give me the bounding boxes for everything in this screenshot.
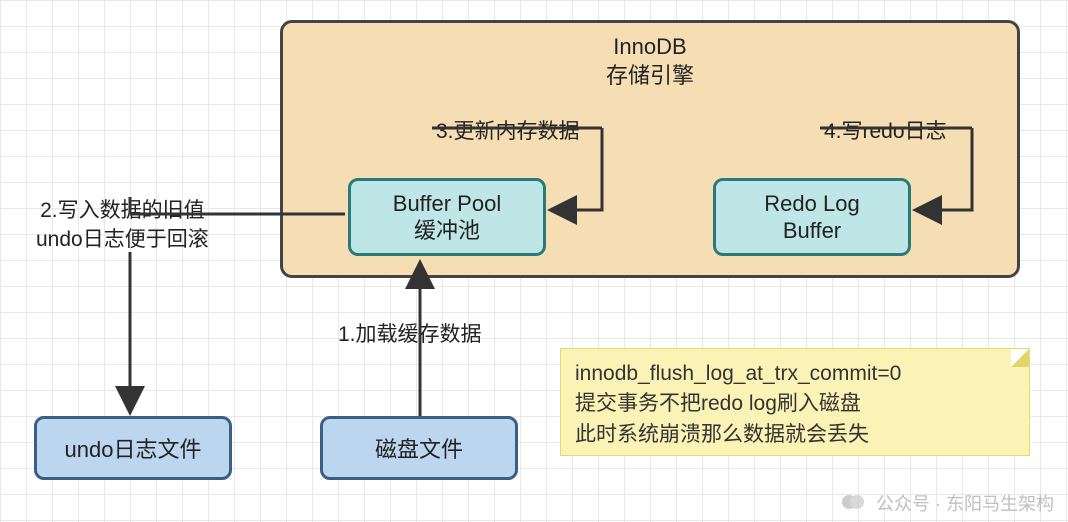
redo-log-buffer-box: Redo Log Buffer <box>713 178 911 256</box>
innodb-container: InnoDB 存储引擎 Buffer Pool 缓冲池 Redo Log Buf… <box>280 20 1020 278</box>
redo-buffer-line2: Buffer <box>783 218 841 243</box>
buffer-pool-line1: Buffer Pool <box>393 191 501 216</box>
buffer-pool-box: Buffer Pool 缓冲池 <box>348 178 546 256</box>
undo-file-box: undo日志文件 <box>34 416 232 480</box>
note-line2: 提交事务不把redo log刷入磁盘 <box>575 389 1015 419</box>
step-3-label: 3.更新内存数据 <box>436 115 580 145</box>
innodb-title: InnoDB 存储引擎 <box>283 33 1017 90</box>
innodb-title-line2: 存储引擎 <box>606 63 694 88</box>
step-2-line1: 2.写入数据的旧值 <box>40 199 205 222</box>
wechat-icon <box>842 492 868 514</box>
note-card: innodb_flush_log_at_trx_commit=0 提交事务不把r… <box>560 348 1030 456</box>
step-2-label: 2.写入数据的旧值 undo日志便于回滚 <box>36 196 209 255</box>
step-2-line2: undo日志便于回滚 <box>36 228 209 251</box>
innodb-title-line1: InnoDB <box>613 34 686 59</box>
buffer-pool-line2: 缓冲池 <box>414 218 480 243</box>
step-4-label: 4.写redo日志 <box>824 115 947 145</box>
step-1-label: 1.加载缓存数据 <box>338 318 482 348</box>
undo-file-label: undo日志文件 <box>65 432 202 464</box>
redo-buffer-line1: Redo Log <box>764 191 859 216</box>
watermark-text: 公众号 · 东阳马生架构 <box>876 490 1054 516</box>
disk-file-label: 磁盘文件 <box>375 432 463 464</box>
note-line1: innodb_flush_log_at_trx_commit=0 <box>575 359 1015 389</box>
note-line3: 此时系统崩溃那么数据就会丢失 <box>575 420 1015 450</box>
watermark: 公众号 · 东阳马生架构 <box>842 490 1054 516</box>
disk-file-box: 磁盘文件 <box>320 416 518 480</box>
